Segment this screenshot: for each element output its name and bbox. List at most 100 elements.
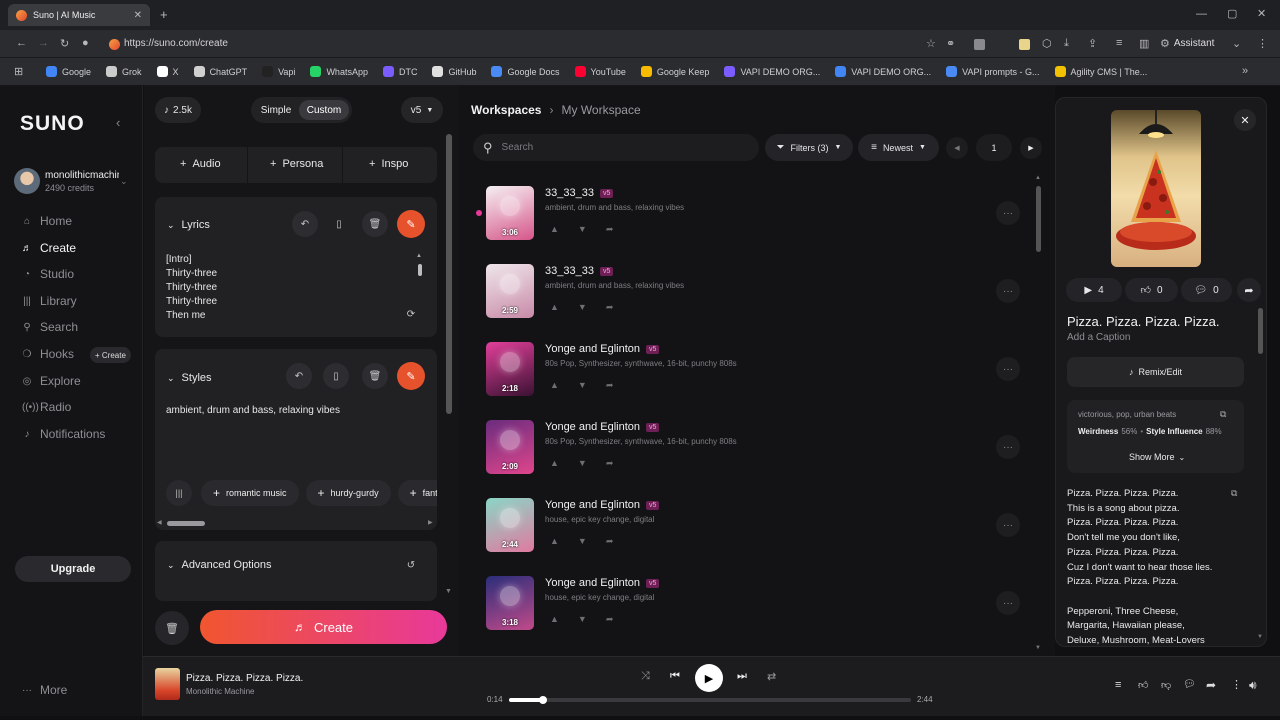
thumbs-up-icon[interactable]: ▲ [550, 536, 559, 547]
styles-textarea[interactable]: ambient, drum and bass, relaxing vibes [166, 405, 416, 416]
song-thumbnail[interactable]: 3:18 [486, 576, 534, 630]
player-cover-art[interactable] [155, 668, 180, 700]
song-thumbnail[interactable]: 2:59 [486, 264, 534, 318]
song-tags[interactable]: house, epic key change, digital [545, 593, 654, 602]
maximize-window-icon[interactable]: ▢ [1227, 7, 1237, 20]
detail-scrollbar[interactable] [1258, 308, 1263, 354]
more-options-icon[interactable]: ··· [996, 435, 1020, 459]
caption-field[interactable]: Add a Caption [1067, 332, 1130, 343]
song-row[interactable]: 2:44 Yonge and Eglinton v5 house, epic key … [486, 498, 1046, 570]
thumbs-down-icon[interactable]: ▼ [578, 458, 587, 469]
next-page-icon[interactable]: ▶ [1020, 137, 1042, 159]
song-thumbnail[interactable]: 2:18 [486, 342, 534, 396]
extension-icon-2[interactable] [1019, 39, 1030, 50]
bookmark-item[interactable]: Vapi [262, 66, 295, 77]
sidebar-item-studio[interactable]: ◔ Studio [22, 267, 74, 281]
lyrics-scrollbar[interactable] [418, 264, 422, 276]
song-tags[interactable]: ambient, drum and bass, relaxing vibes [545, 281, 684, 290]
bookmark-item[interactable]: VAPI DEMO ORG... [724, 66, 820, 77]
filters-button[interactable]: ⏷ Filters (3) ▼ [765, 134, 853, 161]
hooks-create-button[interactable]: + Create [90, 347, 131, 363]
thumbs-up-icon[interactable]: ▲ [550, 614, 559, 625]
share-icon[interactable]: ➦ [606, 458, 614, 469]
reload-icon[interactable]: ↻ [60, 37, 69, 50]
play-count-button[interactable]: ▶ 4 [1066, 278, 1122, 302]
magic-wand-icon[interactable]: ✎ [397, 210, 425, 238]
reset-icon[interactable]: ↺ [398, 552, 424, 578]
thumbs-down-icon[interactable]: ▼ [578, 536, 587, 547]
seek-bar[interactable] [509, 696, 911, 704]
more-options-icon[interactable]: ··· [996, 591, 1020, 615]
remix-edit-button[interactable]: ♪ Remix/Edit [1067, 357, 1244, 387]
song-thumbnail[interactable]: 3:06 [486, 186, 534, 240]
download-icon[interactable]: ⤓ [1064, 37, 1069, 50]
bookmark-item[interactable]: YouTube [574, 66, 626, 77]
share-icon[interactable]: ➦ [1206, 678, 1216, 692]
more-options-icon[interactable]: ··· [996, 513, 1020, 537]
song-title[interactable]: Yonge and Eglinton [545, 577, 640, 589]
credits-badge[interactable]: ♪ 2.5k [155, 97, 201, 123]
sidebar-item-create[interactable]: ♬ Create [22, 241, 76, 255]
breadcrumb-root[interactable]: Workspaces [471, 103, 541, 117]
bookmark-item[interactable]: WhatsApp [310, 66, 368, 77]
next-track-icon[interactable]: ⏭︎ [737, 670, 747, 683]
sidebar-item-search[interactable]: ⚲ Search [22, 320, 78, 334]
volume-icon[interactable]: 🔊︎ [1249, 678, 1257, 693]
magic-wand-icon[interactable]: ✎ [397, 362, 425, 390]
sidebar-toggle-icon[interactable]: ▥ [1139, 37, 1149, 50]
song-row[interactable]: 2:09 Yonge and Eglinton v5 80s Pop, Synthes… [486, 420, 1046, 492]
add-inspo-button[interactable]: + Inspo [369, 158, 408, 170]
clear-trash-icon[interactable]: 🗑 [155, 611, 189, 645]
song-title[interactable]: Yonge and Eglinton [545, 343, 640, 355]
sidebar-item-home[interactable]: ⌂ Home [22, 214, 72, 228]
bookmark-item[interactable]: GitHub [432, 66, 476, 77]
panel-scrollbar[interactable] [446, 134, 452, 414]
dropdown-chevron-icon[interactable]: ⌄ [1232, 37, 1241, 50]
bookmark-item[interactable]: Grok [106, 66, 142, 77]
search-field[interactable]: ⚲ Search [473, 134, 759, 161]
new-tab-button[interactable]: + [160, 7, 168, 22]
bookmark-star-icon[interactable]: ☆ [926, 37, 936, 50]
reading-list-icon[interactable]: ≡ [1116, 37, 1122, 49]
lyrics-header[interactable]: ⌄ Lyrics [167, 219, 210, 231]
thumbs-down-icon[interactable]: ▼ [578, 380, 587, 391]
song-row[interactable]: 3:18 Yonge and Eglinton v5 house, epic key … [486, 576, 1046, 648]
song-row[interactable]: 3:06 33_33_33 v5 ambient, drum and bass, re… [486, 186, 1046, 258]
user-menu-chevron-icon[interactable]: ⌄ [120, 176, 128, 187]
prev-page-icon[interactable]: ◀ [946, 137, 968, 159]
style-suggestion-chip[interactable]: + hurdy-gurdy [305, 480, 391, 506]
bookmark-item[interactable]: X [156, 66, 179, 77]
scroll-right-icon[interactable]: ▶ [428, 519, 433, 526]
player-song-title[interactable]: Pizza. Pizza. Pizza. Pizza. [186, 673, 303, 684]
advanced-options-header[interactable]: ⌄ Advanced Options [167, 559, 271, 571]
sidebar-item-explore[interactable]: ◎ Explore [22, 374, 81, 388]
scroll-left-icon[interactable]: ◀ [157, 519, 162, 526]
page-number-input[interactable]: 1 [976, 134, 1012, 161]
bookmark-item[interactable]: DTC [382, 66, 417, 77]
copy-icon[interactable]: ▯ [326, 211, 352, 237]
add-audio-button[interactable]: + Audio [180, 158, 221, 170]
thumbs-up-icon[interactable]: ▲ [550, 224, 559, 235]
song-title[interactable]: 33_33_33 [545, 265, 594, 277]
song-tags[interactable]: house, epic key change, digital [545, 515, 654, 524]
lyrics-textarea[interactable]: [Intro] Thirty-three Thirty-three Thirty-th… [166, 253, 406, 323]
scroll-down-icon[interactable]: ▼ [1035, 645, 1041, 651]
thumbs-down-icon[interactable]: 👎︎ [1161, 679, 1171, 691]
undo-icon[interactable]: ↶ [292, 211, 318, 237]
sidebar-item-radio[interactable]: ((•)) Radio [22, 400, 71, 414]
mode-custom-tab[interactable]: Custom [299, 100, 349, 120]
song-tags[interactable]: ambient, drum and bass, relaxing vibes [545, 203, 684, 212]
show-more-button[interactable]: Show More ⌄ [1129, 452, 1185, 462]
refresh-icon[interactable]: ⟳ [398, 301, 424, 327]
share-icon[interactable]: ➦ [606, 302, 614, 313]
browser-tab[interactable]: Suno | AI Music ✕ [8, 4, 150, 26]
undo-icon[interactable]: ↶ [286, 363, 312, 389]
more-menu[interactable]: ··· More [22, 683, 67, 697]
previous-track-icon[interactable]: ⏮︎ [670, 670, 680, 683]
share-icon[interactable]: ⇪ [1088, 37, 1097, 50]
bookmark-item[interactable]: VAPI DEMO ORG... [835, 66, 931, 77]
song-row[interactable]: 2:18 Yonge and Eglinton v5 80s Pop, Synthes… [486, 342, 1046, 414]
scroll-up-icon[interactable]: ▲ [1035, 175, 1041, 181]
song-tags[interactable]: 80s Pop, Synthesizer, synthwave, 16-bit,… [545, 359, 737, 368]
more-options-icon[interactable]: ··· [996, 357, 1020, 381]
